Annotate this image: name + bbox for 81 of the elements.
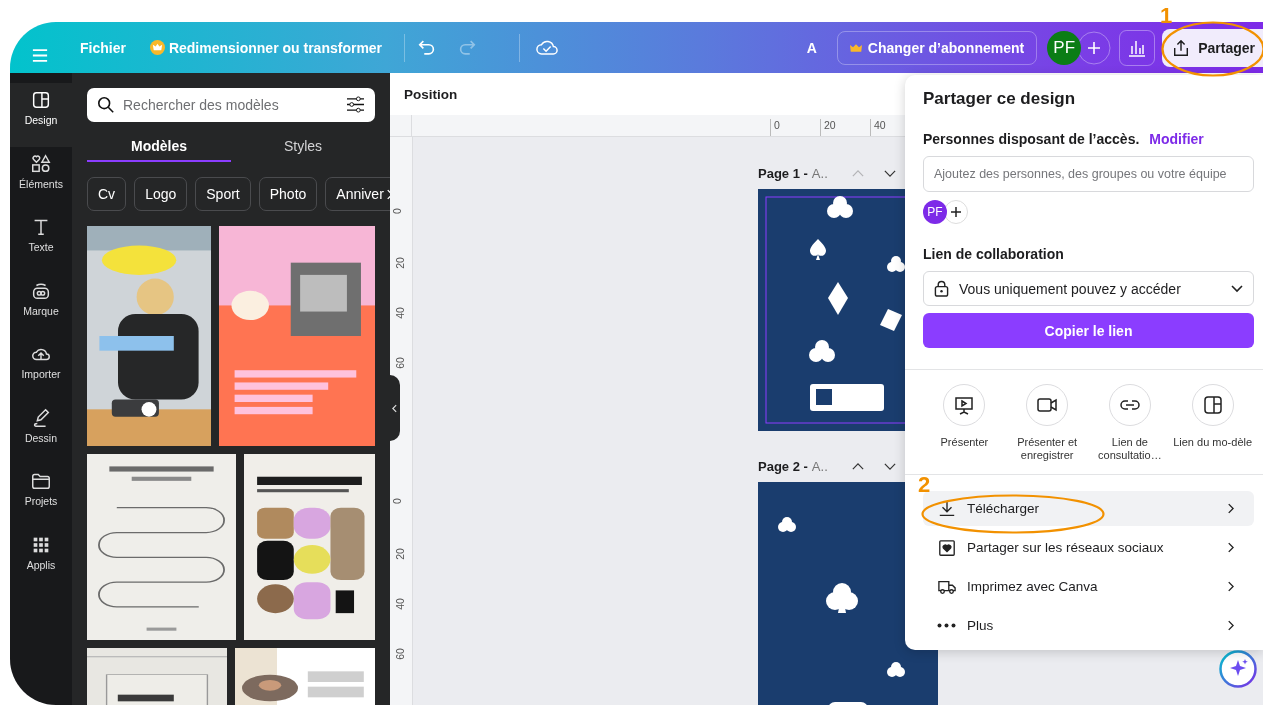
- share-button[interactable]: Partager: [1162, 28, 1263, 67]
- page-title[interactable]: A..: [811, 165, 828, 181]
- sidebar-item[interactable]: Marque: [10, 273, 72, 337]
- search-icon: [97, 96, 115, 114]
- ruler-number: 20: [393, 548, 406, 560]
- ruler-number: 40: [393, 598, 406, 610]
- category-chip[interactable]: Photo: [258, 177, 318, 211]
- page-title[interactable]: A..: [811, 458, 828, 474]
- section-label: Lien de collaboration: [923, 246, 1065, 262]
- sidebar-item[interactable]: Projets: [10, 464, 72, 528]
- share-action[interactable]: Lien de consultatio…: [1088, 384, 1172, 462]
- chevron-down-icon: [1231, 284, 1243, 293]
- account-initial[interactable]: A: [806, 39, 817, 56]
- add-person-icon[interactable]: [1077, 30, 1112, 65]
- menu-item[interactable]: Partager sur les réseaux sociaux: [923, 530, 1254, 565]
- sidebar-item[interactable]: Texte: [10, 210, 72, 274]
- ruler-number: 20: [820, 119, 836, 136]
- access-label: Personnes disposant de l’accès.: [923, 131, 1140, 147]
- menu-item[interactable]: Télécharger: [923, 491, 1254, 526]
- panel-title: Partager ce design: [923, 89, 1077, 109]
- chevron-left-icon: [391, 403, 397, 413]
- chevron-up-icon[interactable]: [851, 462, 864, 470]
- chevron-down-icon[interactable]: [883, 462, 896, 470]
- lock-icon: [934, 280, 949, 297]
- insights-button[interactable]: [1119, 29, 1156, 66]
- step-number: 1: [1160, 3, 1173, 29]
- sidebar-item[interactable]: Éléments: [10, 146, 72, 210]
- category-chip[interactable]: Cv: [87, 177, 127, 211]
- panel-tab[interactable]: Styles: [231, 132, 375, 162]
- ruler-number: 0: [390, 208, 403, 214]
- search-field[interactable]: Rechercher des modèles: [87, 88, 375, 122]
- ruler-number: 20: [393, 257, 406, 269]
- people-field[interactable]: Ajoutez des personnes, des groupes ou votre équipe: [923, 156, 1254, 192]
- sidebar-item[interactable]: Design: [10, 83, 72, 147]
- cloud-check-icon[interactable]: [536, 39, 559, 56]
- chevron-right-icon: [1227, 620, 1234, 631]
- upload-icon: [1172, 38, 1191, 57]
- chevron-right-icon: [1227, 581, 1234, 592]
- menu-item[interactable]: Plus: [923, 608, 1254, 643]
- menu-item[interactable]: Imprimez avec Canva: [923, 569, 1254, 604]
- member-avatar[interactable]: PF: [923, 200, 947, 224]
- share-action[interactable]: Présenter: [923, 384, 1006, 462]
- ruler-number: 40: [870, 119, 886, 136]
- ruler-number: 0: [770, 119, 780, 136]
- sidebar-item[interactable]: Applis: [10, 527, 72, 591]
- filter-icon[interactable]: [346, 96, 365, 113]
- download-icon: [937, 499, 957, 518]
- chevron-right-icon: [1227, 503, 1234, 514]
- ruler-number: 60: [393, 357, 406, 369]
- ruler-number: 40: [393, 307, 406, 319]
- share-action[interactable]: Lien du mo-dèle: [1171, 384, 1254, 462]
- sidebar-item[interactable]: Importer: [10, 337, 72, 401]
- ruler-number: 60: [393, 648, 406, 660]
- crown-icon: [849, 42, 862, 53]
- access-dropdown[interactable]: Vous uniquement pouvez y accéder: [923, 271, 1254, 306]
- add-member-icon[interactable]: [944, 200, 968, 224]
- video-camera-icon: [1026, 384, 1069, 426]
- chevron-down-icon[interactable]: [883, 169, 896, 177]
- layout-icon: [1191, 384, 1234, 426]
- copy-link-button[interactable]: Copier le lien: [923, 313, 1254, 348]
- page-label: Page 1 -: [758, 165, 808, 181]
- collapse-handle[interactable]: [390, 375, 400, 441]
- position-button[interactable]: Position: [404, 86, 458, 102]
- crown-icon: [149, 40, 165, 55]
- link-icon: [1108, 384, 1151, 426]
- modify-link[interactable]: Modifier: [1149, 131, 1204, 147]
- more-icon: [937, 623, 956, 628]
- ruler-number: 0: [390, 498, 403, 504]
- panel-tab[interactable]: Modèles: [87, 132, 231, 162]
- user-avatar[interactable]: PF: [1047, 30, 1082, 65]
- category-chip[interactable]: Sport: [195, 177, 251, 211]
- chevron-right-icon: [1227, 542, 1234, 553]
- magic-assistant-button[interactable]: [1219, 650, 1257, 688]
- sidebar-item[interactable]: Dessin: [10, 400, 72, 464]
- share-action[interactable]: Présenter et enregistrer: [1005, 384, 1089, 462]
- page-label: Page 2 -: [758, 458, 808, 474]
- category-chip[interactable]: Logo: [134, 177, 188, 211]
- layout-icon: [30, 89, 52, 111]
- presentation-icon: [943, 384, 986, 426]
- shapes-icon: [30, 152, 52, 175]
- upgrade-button[interactable]: Changer d’abonnement: [836, 30, 1038, 65]
